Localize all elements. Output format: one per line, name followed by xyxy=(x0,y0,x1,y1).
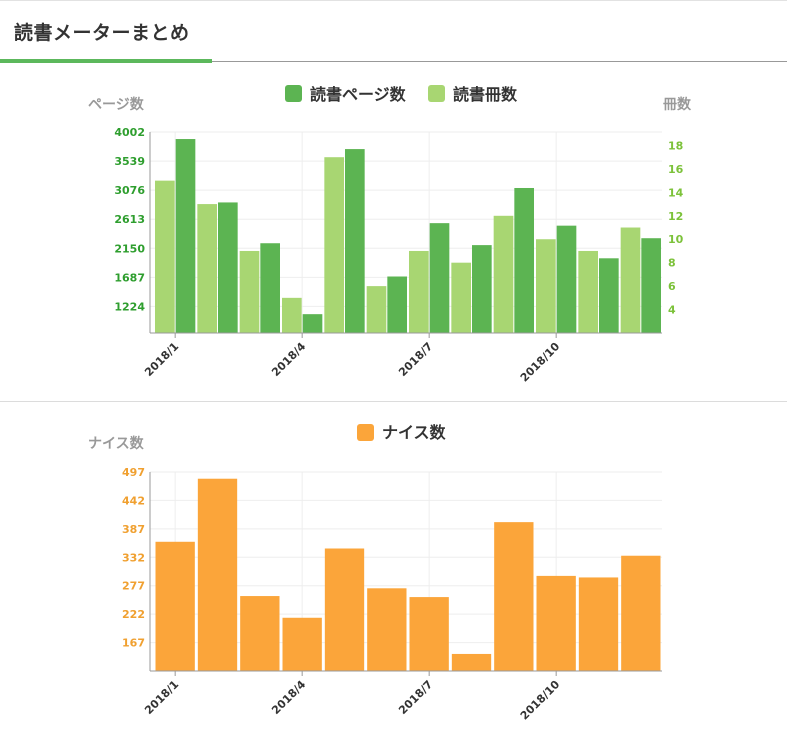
bar-books xyxy=(282,297,302,333)
bar-nice xyxy=(367,588,407,671)
bar-nice xyxy=(324,548,365,671)
left-axis-unit: ナイス数 xyxy=(88,435,145,452)
legend-label-pages: 読書ページ数 xyxy=(310,85,407,104)
x-tick-label: 2018/4 xyxy=(269,678,308,717)
bar-pages xyxy=(260,243,280,333)
bar-nice xyxy=(409,597,449,671)
bar-nice xyxy=(536,575,576,671)
right-tick-label: 16 xyxy=(668,163,684,176)
x-tick-label: 2018/1 xyxy=(142,678,181,717)
nice-count-chart: ナイス数ナイス数1672222773323874424972018/1 2018/… xyxy=(88,423,662,723)
left-tick-label: 1224 xyxy=(114,300,145,313)
left-tick-label: 442 xyxy=(122,494,145,507)
left-tick-label: 1687 xyxy=(114,271,145,284)
bar-nice xyxy=(494,522,534,671)
bar-nice xyxy=(621,555,661,671)
bar-pages xyxy=(556,225,577,333)
page-title: 読書メーターまとめ xyxy=(14,22,190,44)
right-tick-label: 14 xyxy=(668,186,684,199)
x-tick-label: 2018/1 xyxy=(142,340,181,379)
left-tick-label: 3539 xyxy=(114,155,145,168)
x-tick-label: 2018/10 xyxy=(518,678,563,723)
bar-pages xyxy=(387,276,407,333)
right-tick-label: 12 xyxy=(668,210,683,223)
left-tick-label: 387 xyxy=(122,523,145,536)
bar-books xyxy=(620,227,641,333)
bar-nice xyxy=(282,617,322,671)
bar-books xyxy=(493,215,514,333)
x-tick-label: 2018/7 xyxy=(396,678,435,717)
bar-pages xyxy=(429,223,450,333)
bar-books xyxy=(409,250,429,333)
x-tick-label: 2018/4 xyxy=(269,340,308,379)
left-tick-label: 4002 xyxy=(114,126,145,139)
right-tick-label: 6 xyxy=(668,280,676,293)
bar-nice xyxy=(197,478,238,671)
left-tick-label: 332 xyxy=(122,551,145,564)
bar-pages xyxy=(472,245,492,333)
bar-pages xyxy=(175,139,196,333)
legend-swatch-books xyxy=(428,85,445,102)
header-accent-bar xyxy=(0,59,212,63)
bar-pages xyxy=(302,314,323,333)
left-tick-label: 167 xyxy=(122,637,145,650)
bar-nice xyxy=(578,577,619,671)
bar-pages xyxy=(641,238,661,333)
left-axis-unit: ページ数 xyxy=(88,96,145,113)
legend-swatch-pages xyxy=(285,85,302,102)
bar-pages xyxy=(218,202,238,333)
bar-books xyxy=(197,204,217,333)
bar-nice xyxy=(451,653,492,671)
right-tick-label: 10 xyxy=(668,233,684,246)
reading-pages-books-chart: 読書ページ数 読書冊数ページ数 冊数 1224 1687 2150 2613 3076 3539… xyxy=(88,85,692,385)
left-tick-label: 497 xyxy=(122,466,145,479)
right-axis-unit: 冊数 xyxy=(663,96,692,113)
bar-pages xyxy=(514,187,534,333)
left-tick-label: 222 xyxy=(122,608,145,621)
left-tick-label: 3076 xyxy=(114,184,145,197)
right-tick-label: 18 xyxy=(668,139,683,152)
left-tick-label: 2150 xyxy=(114,242,145,255)
legend-label-books: 読書冊数 xyxy=(453,85,518,104)
bar-books xyxy=(451,262,471,333)
bar-nice xyxy=(240,596,280,671)
bar-nice xyxy=(155,541,195,671)
page-header: 読書メーターまとめ xyxy=(0,0,787,64)
bar-books xyxy=(324,157,344,333)
left-tick-label: 2613 xyxy=(114,213,145,226)
bar-books xyxy=(578,250,598,333)
x-tick-label: 2018/7 xyxy=(396,340,435,379)
legend-label-nice: ナイス数 xyxy=(382,423,447,442)
bar-pages xyxy=(599,258,619,333)
x-tick-label: 2018/10 xyxy=(518,340,563,385)
bar-pages xyxy=(345,149,365,333)
legend-swatch-nice xyxy=(357,424,374,441)
right-tick-label: 4 xyxy=(668,304,676,317)
bar-books xyxy=(239,250,260,333)
bar-books xyxy=(155,180,175,333)
bar-books xyxy=(536,239,556,333)
right-tick-label: 8 xyxy=(668,257,676,270)
left-tick-label: 277 xyxy=(122,580,145,593)
bar-books xyxy=(366,286,387,333)
